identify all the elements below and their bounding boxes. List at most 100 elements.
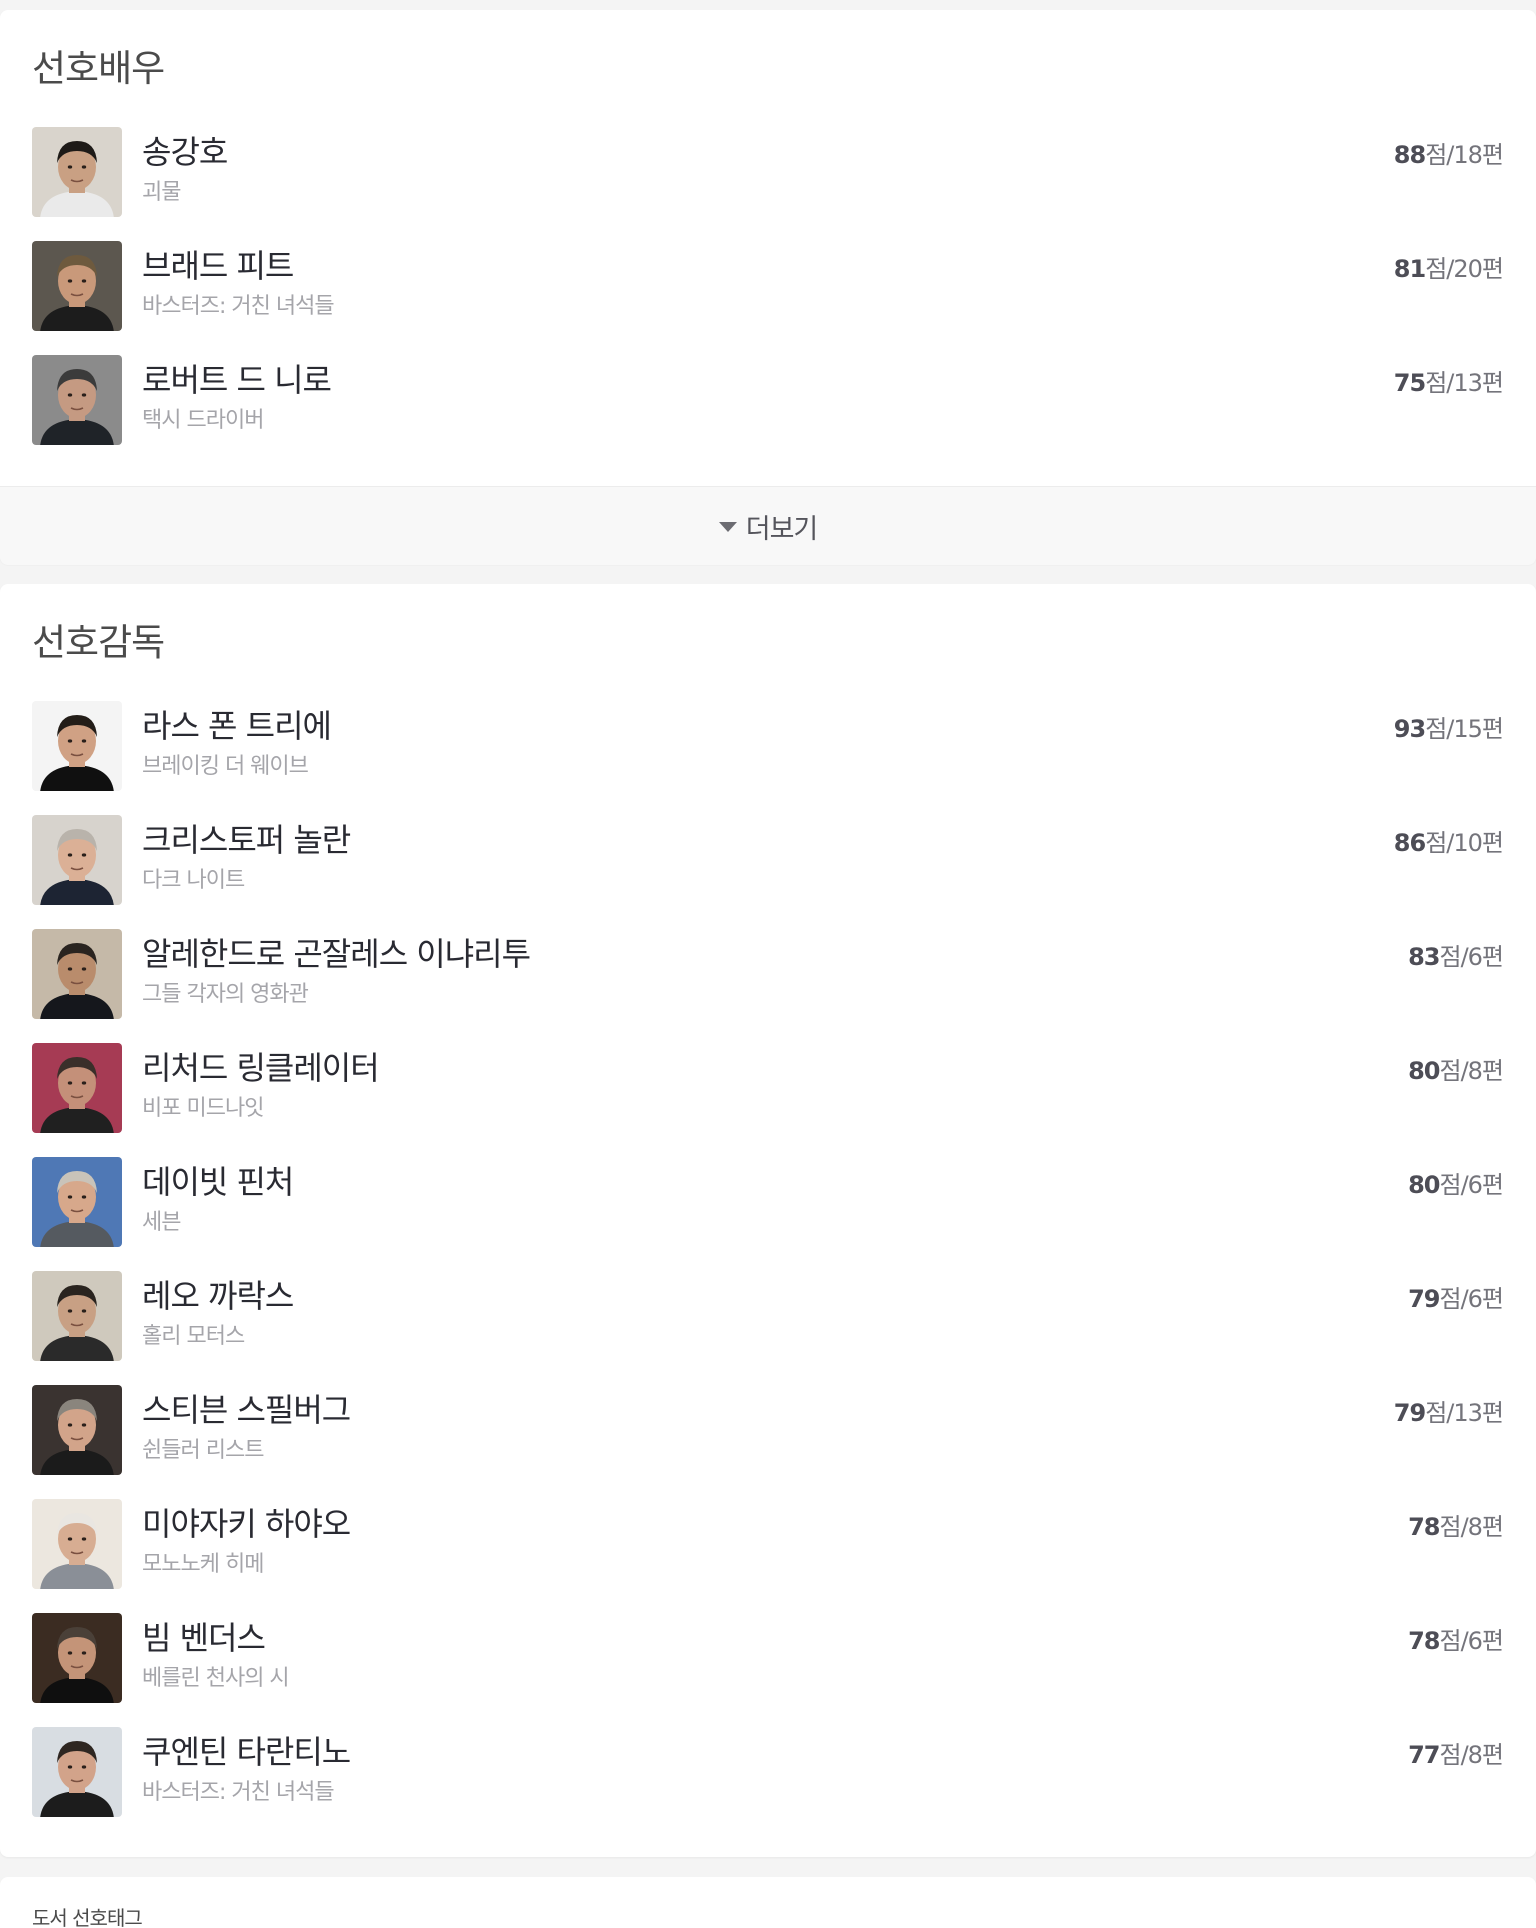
director-name: 알레한드로 곤잘레스 이냐리투 (142, 935, 531, 973)
actor-list: 송강호 괴물 88점/18편 브래드 피트 바스터즈: 거친 녀석들 81점/2… (0, 124, 1536, 466)
avatar (32, 127, 122, 217)
person-portrait-icon (32, 815, 122, 905)
score-unit: 점 (1439, 943, 1461, 971)
director-row[interactable]: 스티븐 스필버그 쉰들러 리스트 79점/13편 (0, 1382, 1536, 1496)
favorite-directors-card: 선호감독 라스 폰 트리에 브레이킹 더 웨이브 93점/15편 크리스토퍼 놀… (0, 584, 1536, 1857)
movie-count: /10편 (1446, 829, 1504, 857)
person-portrait-icon (32, 1385, 122, 1475)
score-unit: 점 (1439, 1171, 1461, 1199)
actor-row[interactable]: 송강호 괴물 88점/18편 (0, 124, 1536, 238)
actor-stat: 81점/20편 (1394, 249, 1504, 284)
director-name: 라스 폰 트리에 (142, 707, 332, 745)
person-portrait-icon (32, 1271, 122, 1361)
actor-top-work: 바스터즈: 거친 녀석들 (142, 294, 335, 319)
director-stat: 80점/6편 (1408, 1165, 1504, 1200)
director-top-work: 모노노케 히메 (142, 1552, 264, 1577)
director-row[interactable]: 미야자키 하야오 모노노케 히메 78점/8편 (0, 1496, 1536, 1610)
director-top-work: 브레이킹 더 웨이브 (142, 754, 309, 779)
director-stat: 86점/10편 (1393, 823, 1504, 858)
director-row[interactable]: 크리스토퍼 놀란 다크 나이트 86점/10편 (0, 812, 1536, 926)
person-portrait-icon (32, 1727, 122, 1817)
avatar (32, 1271, 122, 1361)
score-unit: 점 (1439, 1627, 1461, 1655)
person-portrait-icon (32, 929, 122, 1019)
show-more-button[interactable]: 더보기 (0, 486, 1536, 565)
actor-top-work: 택시 드라이버 (142, 408, 264, 433)
score-value: 93 (1393, 715, 1426, 743)
score-value: 88 (1393, 141, 1426, 169)
profile-page: 선호배우 송강호 괴물 88점/18편 브래드 피트 바스터즈: 거친 녀석들 … (0, 0, 1536, 1928)
director-name: 스티븐 스필버그 (142, 1391, 351, 1429)
director-top-work: 다크 나이트 (142, 868, 245, 893)
person-portrait-icon (32, 355, 122, 445)
director-name: 미야자키 하야오 (142, 1505, 351, 1543)
director-stat: 78점/6편 (1408, 1621, 1504, 1656)
score-unit: 점 (1425, 255, 1447, 283)
director-stat: 79점/13편 (1393, 1393, 1504, 1428)
score-unit: 점 (1425, 715, 1447, 743)
section-title-actors: 선호배우 (32, 47, 165, 90)
avatar (32, 1727, 122, 1817)
show-more-label: 더보기 (745, 513, 819, 545)
movie-count: /8편 (1460, 1513, 1504, 1541)
section-title-book-tags: 도서 선호태그 (32, 1906, 143, 1928)
avatar (32, 241, 122, 331)
score-unit: 점 (1425, 141, 1447, 169)
favorite-actors-card: 선호배우 송강호 괴물 88점/18편 브래드 피트 바스터즈: 거친 녀석들 … (0, 10, 1536, 565)
score-value: 86 (1393, 829, 1426, 857)
director-row[interactable]: 라스 폰 트리에 브레이킹 더 웨이브 93점/15편 (0, 698, 1536, 812)
director-top-work: 홀리 모터스 (142, 1324, 245, 1349)
actor-row[interactable]: 로버트 드 니로 택시 드라이버 75점/13편 (0, 352, 1536, 466)
score-value: 75 (1393, 369, 1426, 397)
director-row[interactable]: 쿠엔틴 타란티노 바스터즈: 거친 녀석들 77점/8편 (0, 1724, 1536, 1838)
score-unit: 점 (1439, 1513, 1461, 1541)
avatar (32, 355, 122, 445)
director-stat: 80점/8편 (1408, 1051, 1504, 1086)
person-portrait-icon (32, 1613, 122, 1703)
director-stat: 78점/8편 (1408, 1507, 1504, 1542)
director-name: 데이빗 핀처 (142, 1163, 294, 1201)
avatar (32, 701, 122, 791)
director-list: 라스 폰 트리에 브레이킹 더 웨이브 93점/15편 크리스토퍼 놀란 다크 … (0, 698, 1536, 1838)
director-top-work: 비포 미드나잇 (142, 1096, 264, 1121)
movie-count: /13편 (1446, 1399, 1504, 1427)
director-row[interactable]: 빔 벤더스 베를린 천사의 시 78점/6편 (0, 1610, 1536, 1724)
director-top-work: 바스터즈: 거친 녀석들 (142, 1780, 335, 1805)
avatar (32, 1157, 122, 1247)
person-portrait-icon (32, 1043, 122, 1133)
avatar (32, 1613, 122, 1703)
director-top-work: 쉰들러 리스트 (142, 1438, 264, 1463)
score-value: 77 (1408, 1741, 1440, 1769)
score-unit: 점 (1439, 1741, 1461, 1769)
movie-count: /18편 (1446, 141, 1504, 169)
score-value: 80 (1408, 1171, 1440, 1199)
score-value: 78 (1408, 1627, 1440, 1655)
caret-down-icon (718, 522, 737, 532)
section-title-directors: 선호감독 (32, 621, 165, 664)
actor-name: 브래드 피트 (142, 247, 294, 285)
director-row[interactable]: 리처드 링클레이터 비포 미드나잇 80점/8편 (0, 1040, 1536, 1154)
actor-row[interactable]: 브래드 피트 바스터즈: 거친 녀석들 81점/20편 (0, 238, 1536, 352)
score-value: 78 (1408, 1513, 1440, 1541)
avatar (32, 929, 122, 1019)
director-name: 크리스토퍼 놀란 (142, 821, 351, 859)
actor-stat: 75점/13편 (1393, 363, 1504, 398)
director-top-work: 세븐 (142, 1210, 181, 1235)
score-value: 79 (1393, 1399, 1426, 1427)
director-row[interactable]: 레오 까락스 홀리 모터스 79점/6편 (0, 1268, 1536, 1382)
director-name: 리처드 링클레이터 (142, 1049, 380, 1087)
director-name: 레오 까락스 (142, 1277, 294, 1315)
movie-count: /6편 (1460, 1627, 1504, 1655)
movie-count: /6편 (1460, 943, 1504, 971)
movie-count: /8편 (1460, 1057, 1504, 1085)
person-portrait-icon (32, 1499, 122, 1589)
score-unit: 점 (1425, 1399, 1447, 1427)
director-name: 빔 벤더스 (142, 1619, 266, 1657)
avatar (32, 1499, 122, 1589)
movie-count: /6편 (1460, 1285, 1504, 1313)
director-row[interactable]: 알레한드로 곤잘레스 이냐리투 그들 각자의 영화관 83점/6편 (0, 926, 1536, 1040)
director-row[interactable]: 데이빗 핀처 세븐 80점/6편 (0, 1154, 1536, 1268)
score-unit: 점 (1439, 1057, 1461, 1085)
score-unit: 점 (1425, 369, 1447, 397)
score-unit: 점 (1439, 1285, 1461, 1313)
